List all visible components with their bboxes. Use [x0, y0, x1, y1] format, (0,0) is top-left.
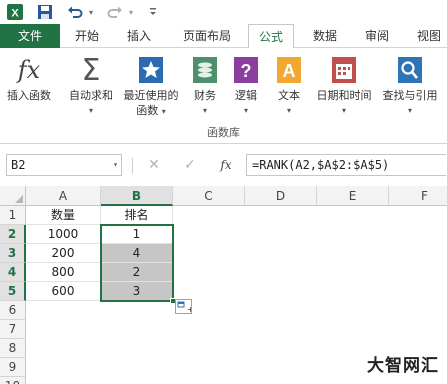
excel-logo-icon: X [6, 3, 24, 21]
redo-icon[interactable] [106, 3, 124, 21]
enter-icon[interactable]: ✓ [180, 156, 200, 174]
recently-used-label-2: 函数 ▾ [136, 104, 166, 117]
quick-access-toolbar: X ▾ ▾ [0, 0, 447, 24]
insert-function-button[interactable]: fx 插入函数 [2, 54, 56, 103]
sigma-icon: Σ [81, 52, 101, 88]
column-header-a[interactable]: A [26, 186, 101, 206]
undo-dropdown-icon[interactable]: ▾ [86, 3, 96, 21]
svg-text:X: X [11, 8, 19, 20]
insert-function-label: 插入函数 [7, 89, 51, 102]
name-box-value: B2 [11, 158, 26, 172]
recently-used-button[interactable]: 最近使用的 函数 ▾ [118, 54, 184, 119]
redo-dropdown-icon[interactable]: ▾ [126, 3, 136, 21]
svg-text:+: + [187, 305, 191, 313]
chevron-down-icon: ▾ [202, 106, 207, 115]
autosum-button[interactable]: Σ 自动求和 ▾ [64, 54, 118, 118]
name-box[interactable]: B2 ▾ [6, 154, 122, 176]
coins-icon [189, 54, 221, 86]
date-time-button[interactable]: 日期和时间 ▾ [310, 54, 378, 118]
logical-label: 逻辑 [235, 89, 257, 102]
tab-insert[interactable]: 插入 [116, 24, 162, 48]
tab-file[interactable]: 文件 [0, 24, 60, 48]
calendar-icon [328, 54, 360, 86]
tab-home[interactable]: 开始 [64, 24, 110, 48]
tab-view[interactable]: 视图 [406, 24, 447, 48]
question-icon: ? [230, 54, 262, 86]
row-header-5[interactable]: 5 [0, 282, 26, 301]
save-icon[interactable] [36, 3, 54, 21]
column-header-f[interactable]: F [389, 186, 447, 206]
customize-qat-icon[interactable] [146, 3, 160, 21]
fx-icon: fx [17, 55, 41, 84]
ribbon-tabs: 文件 开始 插入 页面布局 公式 数据 审阅 视图 [0, 24, 447, 49]
row-header-2[interactable]: 2 [0, 225, 26, 244]
cell-a3[interactable]: 200 [26, 244, 101, 263]
cell-b3[interactable]: 4 [101, 244, 173, 263]
cancel-icon[interactable]: ✕ [144, 156, 164, 174]
autosum-label: 自动求和 [69, 89, 113, 102]
row-header-4[interactable]: 4 [0, 263, 26, 282]
lookup-reference-button[interactable]: 查找与引用 ▾ [377, 54, 443, 118]
ribbon-group-label: 函数库 [207, 126, 240, 139]
row-header-7[interactable]: 7 [0, 320, 26, 339]
svg-text:A: A [283, 61, 296, 81]
cell-a4[interactable]: 800 [26, 263, 101, 282]
undo-icon[interactable] [66, 3, 84, 21]
tab-formulas[interactable]: 公式 [248, 24, 294, 49]
column-header-d[interactable]: D [245, 186, 317, 206]
text-label: 文本 [278, 89, 300, 102]
text-A-icon: A [273, 54, 305, 86]
logical-button[interactable]: ? 逻辑 ▾ [229, 54, 263, 118]
ribbon-formulas: fx 插入函数 Σ 自动求和 ▾ 最近使用的 函数 ▾ 财务 ▾ ? 逻辑 ▾ … [0, 48, 447, 144]
chevron-down-icon: ▾ [243, 106, 248, 115]
cell-a2[interactable]: 1000 [26, 225, 101, 244]
financial-button[interactable]: 财务 ▾ [188, 54, 222, 118]
insert-function-fx-icon[interactable]: fx [216, 156, 236, 174]
cell-b4[interactable]: 2 [101, 263, 173, 282]
cell-b5[interactable]: 3 [101, 282, 173, 301]
cell-a5[interactable]: 600 [26, 282, 101, 301]
row-header-8[interactable]: 8 [0, 339, 26, 358]
tab-review[interactable]: 审阅 [354, 24, 400, 48]
star-icon [135, 54, 167, 86]
text-button[interactable]: A 文本 ▾ [272, 54, 306, 118]
column-header-c[interactable]: C [173, 186, 245, 206]
cell-b2[interactable]: 1 [101, 225, 173, 244]
row-header-10[interactable]: 10 [0, 377, 26, 384]
formula-bar-divider [132, 158, 133, 174]
row-header-3[interactable]: 3 [0, 244, 26, 263]
date-time-label: 日期和时间 [316, 89, 372, 102]
column-header-e[interactable]: E [317, 186, 389, 206]
recently-used-label: 最近使用的 [123, 89, 179, 102]
formula-input[interactable]: =RANK(A2,$A$2:$A$5) [246, 154, 446, 176]
chevron-down-icon[interactable]: ▾ [113, 155, 118, 175]
watermark: 大智网汇 [367, 356, 439, 376]
magnifier-icon [394, 54, 426, 86]
auto-fill-options-icon[interactable]: + [175, 299, 194, 314]
row-header-6[interactable]: 6 [0, 301, 26, 320]
financial-label: 财务 [194, 89, 216, 102]
cell-b1[interactable]: 排名 [101, 206, 173, 225]
tab-data[interactable]: 数据 [302, 24, 348, 48]
row-header-9[interactable]: 9 [0, 358, 26, 377]
lookup-reference-label: 查找与引用 [382, 89, 438, 102]
svg-text:?: ? [241, 61, 252, 81]
formula-bar: B2 ▾ ✕ ✓ fx =RANK(A2,$A$2:$A$5) [0, 150, 447, 180]
cell-a1[interactable]: 数量 [26, 206, 101, 225]
chevron-down-icon: ▾ [341, 106, 346, 115]
row-header-1[interactable]: 1 [0, 206, 26, 225]
chevron-down-icon: ▾ [88, 106, 93, 115]
column-header-b[interactable]: B [101, 186, 173, 206]
tab-page-layout[interactable]: 页面布局 [172, 24, 242, 48]
chevron-down-icon: ▾ [286, 106, 291, 115]
chevron-down-icon: ▾ [407, 106, 412, 115]
select-all-corner[interactable] [0, 186, 26, 206]
